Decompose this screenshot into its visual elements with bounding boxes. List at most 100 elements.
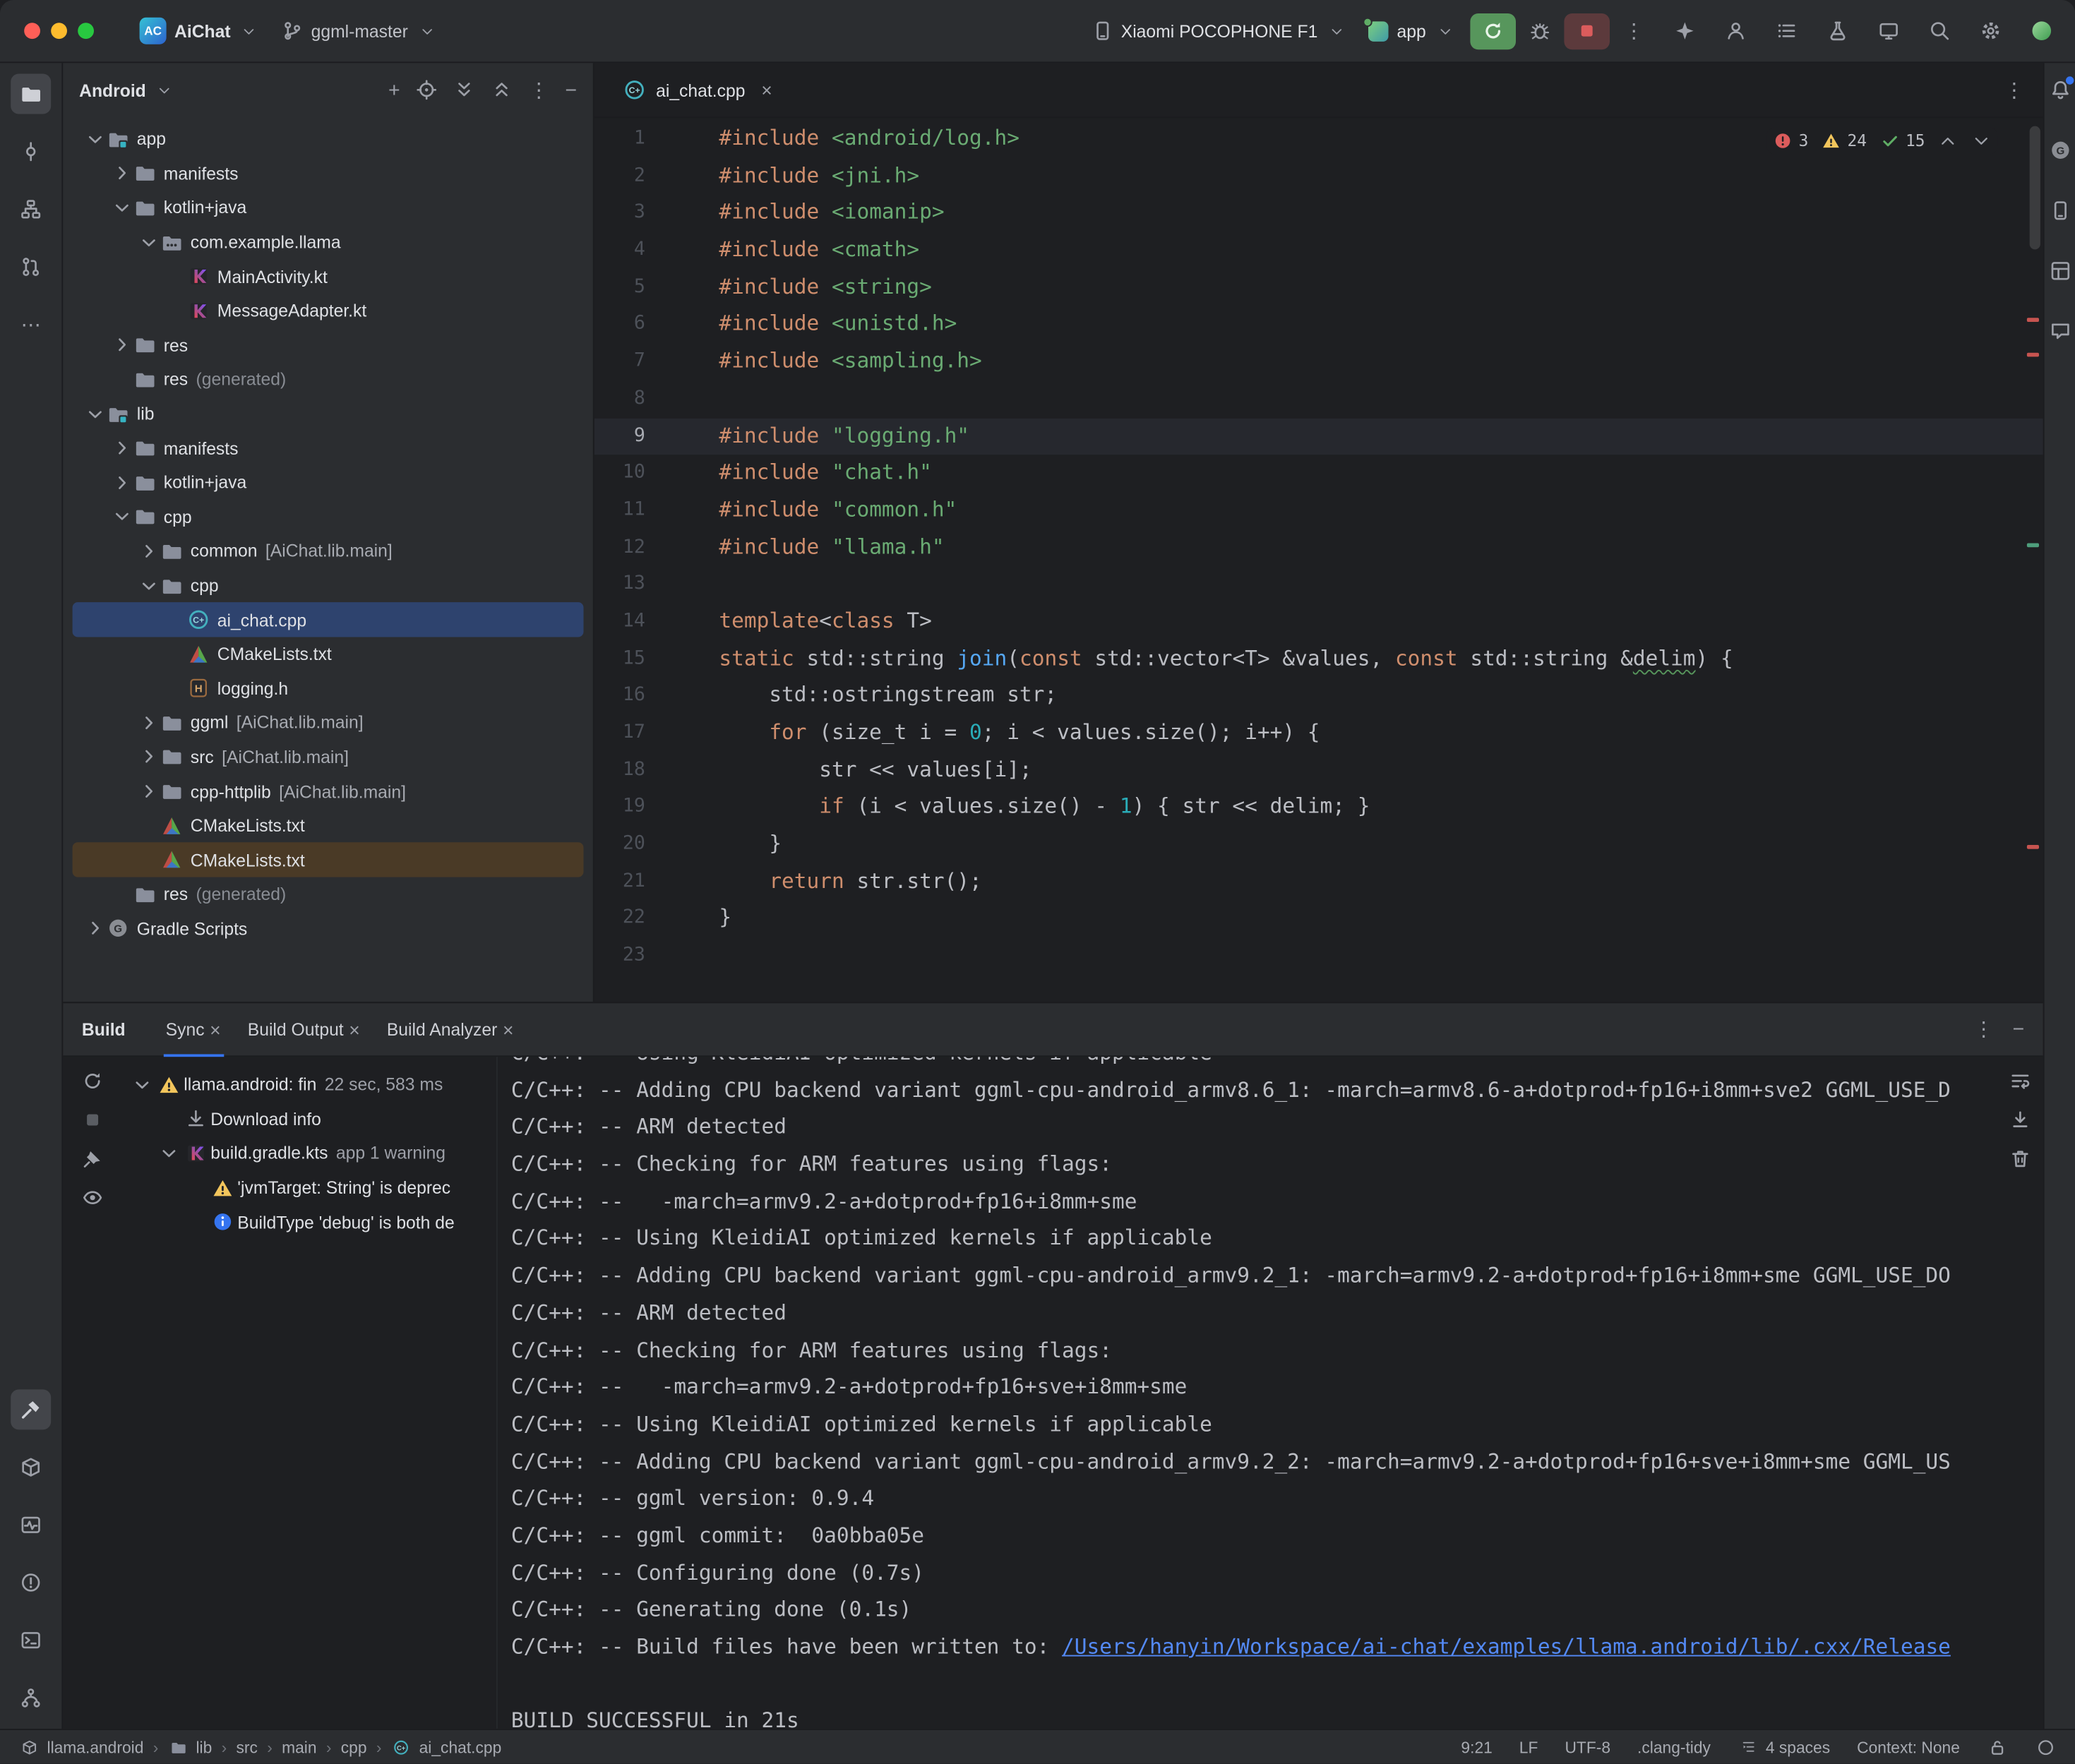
- project-tool-button[interactable]: [11, 74, 51, 114]
- minimize-panel-icon[interactable]: −: [2012, 1019, 2024, 1040]
- more-run-actions-button[interactable]: ⋮: [1614, 11, 1654, 51]
- task-list-button[interactable]: [1766, 11, 1807, 51]
- caret-position[interactable]: 9:21: [1461, 1737, 1492, 1756]
- tree-item-ggml[interactable]: ggml[AiChat.lib.main]: [73, 706, 584, 740]
- code-line-2[interactable]: 2#include <jni.h>: [594, 158, 2043, 196]
- inspections-widget[interactable]: 3 24 15: [1766, 128, 1997, 155]
- tree-item-logging-h[interactable]: Hlogging.h: [73, 671, 584, 706]
- ai-assistant-button[interactable]: [1665, 11, 1705, 51]
- file-encoding[interactable]: UTF-8: [1565, 1737, 1610, 1756]
- chevron-down-icon[interactable]: [154, 79, 175, 100]
- tree-item-com-example-llama[interactable]: com.example.llama: [73, 225, 584, 260]
- code-line-19[interactable]: 19 if (i < values.size() - 1) { str << d…: [594, 789, 2043, 827]
- editor-options-icon[interactable]: ⋮: [2004, 80, 2025, 100]
- build-console[interactable]: C/C++: -- Using KleidiAI optimized kerne…: [496, 1057, 1997, 1729]
- tree-item-gradle-scripts[interactable]: GGradle Scripts: [73, 911, 584, 946]
- stop-button[interactable]: [1564, 13, 1610, 49]
- rerun-button[interactable]: [1470, 13, 1516, 49]
- profiler-tool-button[interactable]: [11, 1505, 51, 1545]
- code-line-12[interactable]: 12#include "llama.h": [594, 529, 2043, 567]
- add-button[interactable]: +: [388, 80, 400, 100]
- structure-tool-button[interactable]: [11, 189, 51, 229]
- device-selector[interactable]: Xiaomi POCOPHONE F1: [1081, 13, 1358, 48]
- chevron-down-icon[interactable]: [136, 232, 161, 253]
- tree-item-src[interactable]: src[AiChat.lib.main]: [73, 740, 584, 774]
- tree-item-llama-android-fin[interactable]: llama.android: fin22 sec, 583 ms: [121, 1067, 496, 1102]
- tree-item-manifests[interactable]: manifests: [73, 431, 584, 466]
- build-tab-build-analyzer[interactable]: Build Analyzer×: [373, 1002, 527, 1056]
- code-line-21[interactable]: 21 return str.str();: [594, 863, 2043, 901]
- chevron-right-icon[interactable]: [136, 712, 161, 733]
- build-tool-button[interactable]: [11, 1389, 51, 1429]
- locate-file-icon[interactable]: [416, 79, 437, 100]
- tree-item-mainactivity-kt[interactable]: MainActivity.kt: [73, 259, 584, 294]
- build-tab-sync[interactable]: Sync×: [153, 1002, 234, 1056]
- chevron-right-icon[interactable]: [82, 918, 107, 939]
- tree-item-cpp-httplib[interactable]: cpp-httplib[AiChat.lib.main]: [73, 774, 584, 809]
- code-with-me-button[interactable]: [1716, 11, 1756, 51]
- editor-scrollbar[interactable]: [2024, 118, 2043, 1002]
- tree-item-cmakelists-txt[interactable]: CMakeLists.txt: [73, 808, 584, 843]
- code-line-14[interactable]: 14template<class T>: [594, 604, 2043, 641]
- code-line-9[interactable]: 9#include "logging.h": [594, 418, 2043, 455]
- tree-item-kotlin-java[interactable]: kotlin+java: [73, 465, 584, 500]
- soft-wrap-icon[interactable]: [2009, 1070, 2031, 1091]
- close-window-button[interactable]: [24, 23, 40, 39]
- code-line-20[interactable]: 20 }: [594, 827, 2043, 864]
- inspection-indicator-icon[interactable]: [2035, 1736, 2056, 1758]
- breadcrumb-item-lib[interactable]: lib: [168, 1736, 213, 1758]
- build-tab-build-output[interactable]: Build Output×: [234, 1002, 373, 1056]
- code-line-11[interactable]: 11#include "common.h": [594, 492, 2043, 529]
- code-editor[interactable]: 1#include <android/log.h>2#include <jni.…: [594, 118, 2043, 1002]
- code-line-16[interactable]: 16 std::ostringstream str;: [594, 678, 2043, 715]
- line-separator[interactable]: LF: [1519, 1737, 1538, 1756]
- run-config-selector[interactable]: app: [1358, 13, 1466, 48]
- rerun-sync-icon[interactable]: [81, 1070, 102, 1091]
- code-line-8[interactable]: 8: [594, 380, 2043, 418]
- chevron-right-icon[interactable]: [109, 472, 134, 493]
- code-line-23[interactable]: 23: [594, 937, 2043, 975]
- lock-icon[interactable]: [1987, 1736, 2008, 1758]
- tree-item-jvmtarget-string-is-deprec[interactable]: 'jvmTarget: String' is deprec: [121, 1170, 496, 1205]
- close-tab-icon[interactable]: ×: [761, 79, 772, 100]
- tree-item-build-gradle-kts[interactable]: build.gradle.ktsapp 1 warning: [121, 1136, 496, 1171]
- build-variants-button[interactable]: [1818, 11, 1858, 51]
- editor-tab[interactable]: C+ ai_chat.cpp ×: [613, 63, 783, 117]
- collapse-all-icon[interactable]: [491, 79, 513, 100]
- tree-item-lib[interactable]: lib: [73, 397, 584, 431]
- commit-tool-button[interactable]: [11, 131, 51, 172]
- chevron-right-icon[interactable]: [109, 335, 134, 356]
- code-line-13[interactable]: 13: [594, 566, 2043, 604]
- stop-sync-icon[interactable]: [81, 1109, 102, 1130]
- tree-item-res[interactable]: res(generated): [73, 362, 584, 397]
- panel-options-icon[interactable]: ⋮: [529, 80, 549, 100]
- chevron-right-icon[interactable]: [109, 438, 134, 459]
- chevron-right-icon[interactable]: [136, 746, 161, 767]
- tree-item-cpp[interactable]: cpp: [73, 568, 584, 603]
- tree-item-manifests[interactable]: manifests: [73, 157, 584, 191]
- code-line-3[interactable]: 3#include <iomanip>: [594, 195, 2043, 232]
- next-issue-icon[interactable]: [1971, 130, 1992, 151]
- tree-item-kotlin-java[interactable]: kotlin+java: [73, 191, 584, 225]
- code-line-6[interactable]: 6#include <unistd.h>: [594, 306, 2043, 344]
- pin-icon[interactable]: [81, 1148, 102, 1169]
- assistant-button[interactable]: [2049, 320, 2070, 346]
- chevron-down-icon[interactable]: [109, 197, 134, 218]
- project-widget[interactable]: AC AiChat: [128, 11, 270, 51]
- chevron-down-icon[interactable]: [128, 1074, 154, 1096]
- breadcrumb-item-main[interactable]: main: [282, 1737, 316, 1756]
- tree-item-cmakelists-txt[interactable]: CMakeLists.txt: [73, 843, 584, 877]
- app-inspection-tool-button[interactable]: [11, 1447, 51, 1487]
- code-line-7[interactable]: 7#include <sampling.h>: [594, 344, 2043, 381]
- notifications-button[interactable]: [2049, 79, 2070, 104]
- code-line-10[interactable]: 10#include "chat.h": [594, 455, 2043, 492]
- layout-inspector-button[interactable]: [2049, 260, 2070, 286]
- error-stripe-mark[interactable]: [2027, 353, 2039, 357]
- breadcrumb-item-src[interactable]: src: [237, 1737, 258, 1756]
- filter-icon[interactable]: [81, 1187, 102, 1208]
- gradle-tool-button[interactable]: G: [2049, 140, 2070, 165]
- chevron-right-icon[interactable]: [109, 163, 134, 184]
- device-mirroring-button[interactable]: [1869, 11, 1909, 51]
- pull-requests-tool-button[interactable]: [11, 247, 51, 287]
- minimize-window-button[interactable]: [51, 23, 67, 39]
